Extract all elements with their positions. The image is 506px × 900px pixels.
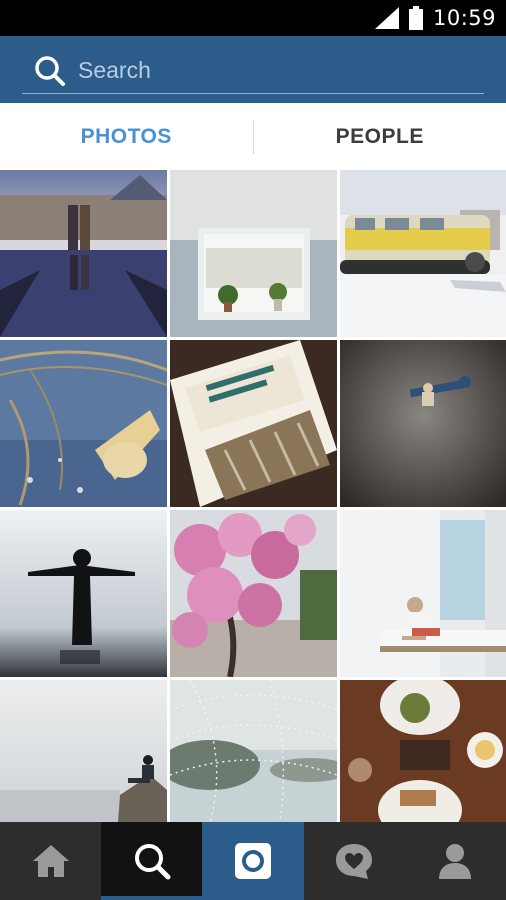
status-time: 10:59 [432, 6, 496, 30]
explore-search-icon [134, 844, 171, 880]
photo-tile[interactable] [0, 170, 167, 337]
nav-camera[interactable] [202, 822, 304, 900]
tab-photos[interactable]: PHOTOS [0, 125, 253, 149]
camera-icon [235, 843, 271, 879]
photo-tile[interactable] [170, 680, 337, 822]
search-header [0, 36, 506, 103]
photo-tile[interactable] [340, 510, 506, 677]
photo-tile[interactable] [340, 340, 506, 507]
home-icon [32, 845, 69, 877]
status-bar: 10:59 [0, 0, 506, 36]
status-indicators: 10:59 [374, 0, 496, 36]
bottom-nav [0, 822, 506, 900]
photo-tile[interactable] [0, 340, 167, 507]
nav-home[interactable] [0, 822, 101, 900]
photo-tile[interactable] [170, 170, 337, 337]
nav-profile[interactable] [405, 822, 506, 900]
profile-icon [439, 844, 472, 879]
photo-tile[interactable] [340, 170, 506, 337]
photo-tile[interactable] [170, 510, 337, 677]
tab-people[interactable]: PEOPLE [254, 125, 506, 149]
photo-tile[interactable] [170, 340, 337, 507]
photo-tile[interactable] [0, 510, 167, 677]
signal-icon [374, 7, 399, 29]
activity-heart-icon [336, 844, 373, 879]
search-field[interactable] [22, 48, 484, 94]
battery-icon [408, 6, 423, 30]
photo-tile[interactable] [340, 680, 506, 822]
photo-tile[interactable] [0, 680, 167, 822]
nav-explore[interactable] [101, 822, 203, 900]
search-input[interactable] [78, 57, 458, 84]
nav-activity[interactable] [304, 822, 405, 900]
tab-bar: PHOTOS PEOPLE [0, 103, 506, 170]
photo-grid [0, 170, 506, 822]
search-icon [35, 55, 65, 86]
